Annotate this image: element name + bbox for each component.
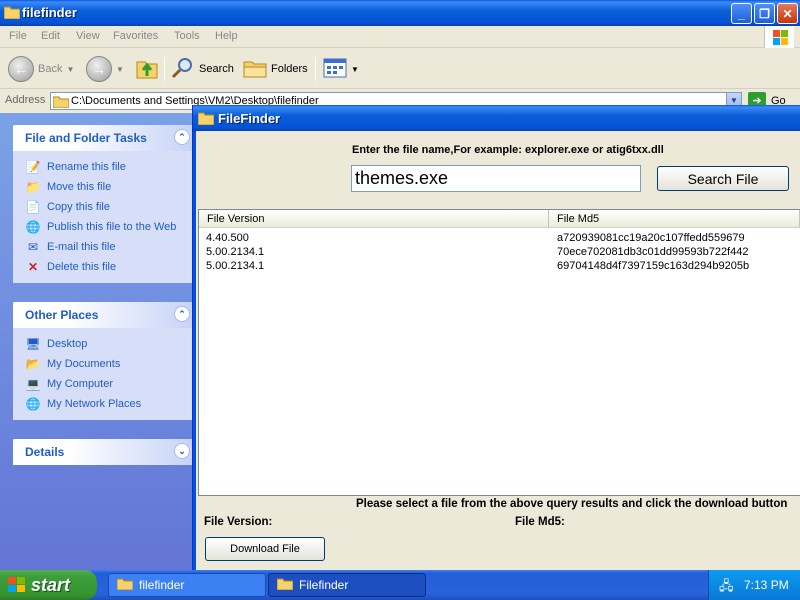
windows-logo-icon [764,26,794,48]
results-list[interactable]: File Version File Md5 4.40.500 a72093908… [198,209,800,496]
desktop-icon: 🖥 [25,337,41,351]
menu-view[interactable]: View [76,30,100,42]
forward-arrow-icon: → [86,56,112,82]
window-title: filefinder [22,5,77,20]
move-icon: 📁 [25,180,41,194]
filename-prompt: Enter the file name,For example: explore… [352,144,664,156]
table-row[interactable]: 4.40.500 a720939081cc19a20c107ffedd55967… [199,232,799,246]
taskbar-item-filefinder-explorer[interactable]: filefinder [108,573,266,597]
download-hint: Please select a file from the above quer… [356,498,788,510]
email-icon: ✉ [27,240,39,254]
search-file-button[interactable]: Search File [657,166,789,191]
other-places-header[interactable]: Other Places ⌃ [13,302,193,328]
file-folder-tasks-header[interactable]: File and Folder Tasks ⌃ [13,125,193,151]
expand-chevron-icon[interactable]: ⌄ [174,443,190,459]
toolbar: ← Back ▼ → ▼ Search Folders ▼ [0,49,800,89]
task-pane: File and Folder Tasks ⌃ 📝 Rename this fil… [0,113,195,570]
start-button[interactable]: start [0,570,97,600]
chevron-down-icon: ▼ [66,64,75,74]
views-grid-icon [323,58,347,81]
menu-help[interactable]: Help [215,30,238,42]
row-file-version: 5.00.2134.1 [206,246,265,258]
copy-icon: 📄 [25,200,41,214]
task-move-file[interactable]: 📁 Move this file [25,177,193,197]
other-places-box: Other Places ⌃ 🖥 Desktop 📂 My Documents 💻 M… [13,302,193,420]
toolbar-separator [315,57,316,81]
up-folder-icon [135,56,159,83]
place-desktop[interactable]: 🖥 Desktop [25,334,193,354]
table-row[interactable]: 5.00.2134.1 69704148d4f7397159c163d294b9… [199,260,799,274]
task-publish-web[interactable]: 🌐 Publish this file to the Web [25,217,193,237]
back-arrow-icon: ← [8,56,34,82]
back-button[interactable]: ← Back ▼ [8,55,74,83]
place-my-computer[interactable]: 💻 My Computer [25,374,193,394]
folder-icon [197,111,215,128]
documents-folder-icon: 📂 [25,357,41,371]
globe-icon: 🌐 [25,220,41,234]
collapse-chevron-icon[interactable]: ⌃ [174,306,190,322]
folder-icon [116,577,134,593]
row-file-md5: 69704148d4f7397159c163d294b9205b [557,260,750,272]
file-folder-tasks-box: File and Folder Tasks ⌃ 📝 Rename this fil… [13,125,193,283]
folder-icon [3,5,21,20]
maximize-button[interactable]: ❐ [754,3,775,24]
filename-input[interactable] [351,165,641,192]
menu-favorites[interactable]: Favorites [113,30,158,42]
task-rename-file[interactable]: 📝 Rename this file [25,157,193,177]
details-box: Details ⌄ [13,439,193,465]
task-email-file[interactable]: ✉ E-mail this file [25,237,193,257]
taskbar: start filefinder Filefinder 🖧 7:13 PM [0,570,800,600]
place-network[interactable]: 🌐 My Network Places [25,394,193,414]
toolbar-separator [164,57,165,81]
search-icon [171,56,195,83]
filefinder-title: FileFinder [218,111,281,126]
row-file-version: 4.40.500 [206,232,249,244]
explorer-titlebar[interactable]: filefinder _ ❐ ✕ [0,0,800,26]
chevron-down-icon: ▼ [351,64,359,74]
network-icon: 🌐 [25,397,41,411]
close-button[interactable]: ✕ [777,3,798,24]
task-copy-file[interactable]: 📄 Copy this file [25,197,193,217]
folders-button[interactable]: Folders [243,55,308,83]
folders-icon [243,57,267,82]
filefinder-titlebar[interactable]: FileFinder [193,105,800,131]
forward-button[interactable]: → ▼ [86,55,124,83]
place-my-documents[interactable]: 📂 My Documents [25,354,193,374]
up-folder-button[interactable] [135,55,159,83]
row-file-version: 5.00.2134.1 [206,260,265,272]
task-delete-file[interactable]: ✕ Delete this file [25,257,193,277]
row-file-md5: a720939081cc19a20c107ffedd559679 [557,232,745,244]
download-file-button[interactable]: Download File [205,537,325,561]
menu-tools[interactable]: Tools [174,30,200,42]
windows-flag-icon [8,577,26,593]
file-version-label: File Version: [204,516,273,528]
filefinder-window: FileFinder Enter the file name,For examp… [192,105,800,570]
taskbar-item-filefinder-app[interactable]: Filefinder [268,573,426,597]
column-header-file-md5[interactable]: File Md5 [549,210,800,228]
chevron-down-icon: ▼ [116,64,124,74]
menu-file[interactable]: File [9,30,27,42]
clock[interactable]: 7:13 PM [744,578,789,592]
address-label: Address [5,94,46,106]
details-header[interactable]: Details ⌄ [13,439,193,465]
minimize-button[interactable]: _ [731,3,752,24]
views-button[interactable]: ▼ [323,55,359,83]
folder-icon [52,95,70,109]
file-md5-label: File Md5: [515,516,565,528]
table-row[interactable]: 5.00.2134.1 70ece702081db3c01dd99593b722… [199,246,799,260]
network-tray-icon[interactable]: 🖧 [719,577,734,599]
computer-icon: 💻 [25,377,41,391]
menu-bar: File Edit View Favorites Tools Help [0,26,800,48]
column-header-file-version[interactable]: File Version [199,210,549,228]
row-file-md5: 70ece702081db3c01dd99593b722f442 [557,246,749,258]
rename-icon: 📝 [25,160,41,174]
system-tray: 🖧 7:13 PM [708,570,800,600]
search-button[interactable]: Search [171,55,234,83]
delete-x-icon: ✕ [27,260,39,274]
folder-icon [276,577,294,593]
collapse-chevron-icon[interactable]: ⌃ [174,129,190,145]
menu-edit[interactable]: Edit [41,30,60,42]
